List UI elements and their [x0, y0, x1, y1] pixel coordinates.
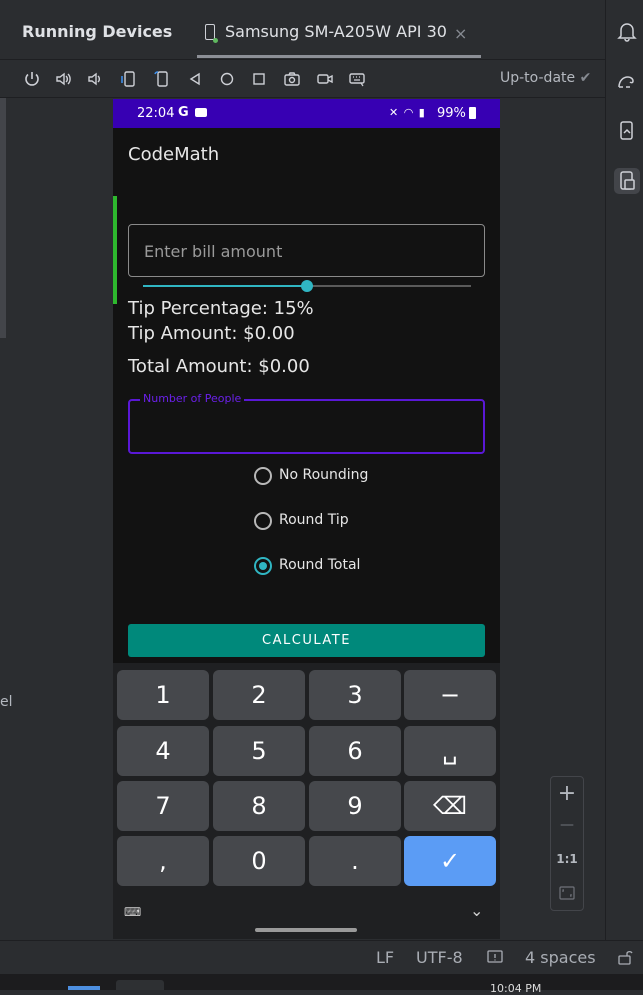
tab-underline: [197, 55, 481, 58]
device-tab-label: Samsung SM-A205W API 30: [225, 22, 447, 41]
side-accent-bar: [113, 196, 117, 304]
slider-fill: [143, 285, 307, 287]
zoom-fit-icon[interactable]: [551, 885, 583, 904]
app-title: CodeMath: [128, 144, 220, 165]
power-icon[interactable]: [22, 69, 42, 89]
os-taskbar: 10:04 PM: [0, 974, 643, 995]
key-1[interactable]: 1: [117, 670, 209, 720]
device-manager-icon[interactable]: [614, 118, 640, 144]
google-icon: G: [178, 105, 189, 120]
slider-thumb[interactable]: [301, 280, 313, 292]
key-2[interactable]: 2: [213, 670, 305, 720]
home-icon[interactable]: [217, 69, 237, 89]
battery-percent: 99%: [437, 106, 466, 121]
screen-record-icon[interactable]: [315, 69, 335, 89]
notifications-icon[interactable]: [614, 18, 640, 44]
key-8[interactable]: 8: [213, 781, 305, 831]
key-period[interactable]: .: [309, 836, 401, 886]
overview-icon[interactable]: [249, 69, 269, 89]
volume-down-icon[interactable]: [85, 69, 105, 89]
gesture-nav-handle[interactable]: [255, 928, 357, 932]
calculate-button[interactable]: CALCULATE: [128, 624, 485, 657]
key-comma[interactable]: ,: [117, 836, 209, 886]
status-time: 22:04: [137, 106, 175, 121]
android-studio-window: Running Devices Samsung SM-A205W API 30 …: [0, 0, 643, 995]
line-separator-widget[interactable]: LF: [376, 948, 394, 967]
gradle-icon[interactable]: [614, 68, 640, 94]
check-icon: ✔: [579, 70, 592, 86]
lock-icon[interactable]: [617, 949, 633, 969]
key-0[interactable]: 0: [213, 836, 305, 886]
keyboard-icon[interactable]: [347, 69, 367, 89]
taskbar-app-indicator[interactable]: [68, 986, 100, 990]
key-9[interactable]: 9: [309, 781, 401, 831]
key-5[interactable]: 5: [213, 726, 305, 776]
key-6[interactable]: 6: [309, 726, 401, 776]
bill-amount-input[interactable]: Enter bill amount: [128, 224, 485, 277]
number-of-people-label: Number of People: [140, 392, 245, 405]
taskbar-app[interactable]: [116, 980, 164, 990]
left-scroll-strip: [0, 98, 6, 338]
key-3[interactable]: 3: [309, 670, 401, 720]
numeric-keyboard: 1 2 3 − 4 5 6 ␣ 7 8 9 ⌫ , 0 . ✓ ⌨ ⌄: [113, 663, 500, 939]
sync-status-label: Up-to-date: [500, 70, 576, 86]
left-cut-text: el: [0, 694, 13, 710]
sync-status: Up-to-date ✔: [500, 70, 591, 86]
encoding-widget[interactable]: UTF-8: [416, 948, 463, 967]
key-done[interactable]: ✓: [404, 836, 496, 886]
device-tab[interactable]: Samsung SM-A205W API 30 ×: [197, 14, 481, 58]
total-amount-text: Total Amount: $0.00: [128, 356, 310, 377]
key-minus[interactable]: −: [404, 670, 496, 720]
key-7[interactable]: 7: [117, 781, 209, 831]
tip-amount-text: Tip Amount: $0.00: [128, 323, 295, 344]
zoom-in-button[interactable]: +: [551, 781, 583, 806]
close-tab-icon[interactable]: ×: [454, 24, 467, 43]
zoom-actual-size-button[interactable]: 1:1: [551, 852, 583, 866]
tool-window-title: Running Devices: [22, 22, 173, 41]
radio-circle: [254, 467, 272, 485]
key-space[interactable]: ␣: [404, 726, 496, 776]
tip-percentage-text: Tip Percentage: 15%: [128, 298, 314, 319]
ide-status-bar: LF UTF-8 4 spaces: [0, 940, 643, 974]
radio-label: Round Tip: [279, 512, 349, 528]
zoom-out-button[interactable]: —: [551, 817, 583, 833]
device-screen[interactable]: 22:04 G ✕ ◠ ▮ 99% CodeMath Enter bill am…: [113, 99, 500, 939]
radio-label: Round Total: [279, 557, 361, 573]
rotate-left-icon[interactable]: [119, 69, 139, 89]
radio-circle: [254, 557, 272, 575]
key-4[interactable]: 4: [117, 726, 209, 776]
screenshot-icon[interactable]: [282, 69, 302, 89]
back-icon[interactable]: [185, 69, 205, 89]
android-status-bar: 22:04 G ✕ ◠ ▮ 99%: [113, 99, 500, 128]
running-devices-header: Running Devices Samsung SM-A205W API 30 …: [0, 0, 605, 60]
keyboard-bottom-bar: ⌨ ⌄: [113, 893, 500, 939]
tip-slider[interactable]: [143, 280, 471, 292]
indent-widget[interactable]: 4 spaces: [525, 948, 596, 967]
device-toolbar: Up-to-date ✔: [0, 60, 605, 98]
right-tool-stripe: [605, 0, 643, 940]
keyboard-switch-icon[interactable]: ⌨: [124, 905, 141, 919]
number-of-people-input[interactable]: Number of People: [128, 392, 485, 454]
battery-icon: [469, 107, 476, 119]
inspection-icon[interactable]: [487, 949, 503, 969]
radio-circle: [254, 512, 272, 530]
running-devices-icon[interactable]: [614, 168, 640, 194]
volume-up-icon[interactable]: [54, 69, 74, 89]
key-backspace[interactable]: ⌫: [404, 781, 496, 831]
taskbar-clock: 10:04 PM: [490, 982, 542, 995]
chevron-down-icon[interactable]: ⌄: [470, 901, 483, 920]
rotate-right-icon[interactable]: [152, 69, 172, 89]
phone-icon: [205, 24, 218, 43]
zoom-controls: + — 1:1: [550, 776, 584, 911]
message-icon: [195, 108, 207, 117]
signal-icons: ✕ ◠ ▮: [389, 106, 426, 119]
bill-amount-placeholder: Enter bill amount: [144, 242, 283, 261]
radio-label: No Rounding: [279, 467, 369, 483]
